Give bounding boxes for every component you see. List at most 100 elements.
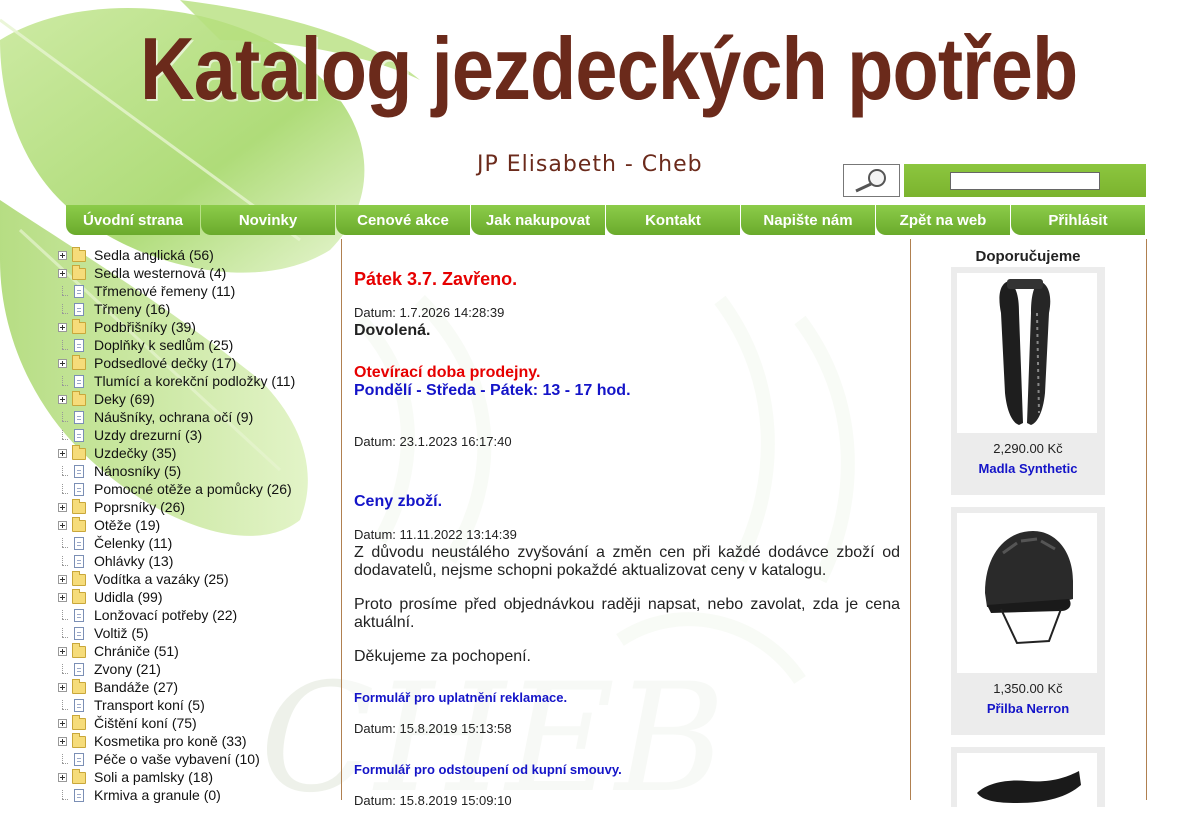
- complaint-form-link[interactable]: Formulář pro uplatnění reklamace.: [354, 690, 567, 705]
- category-item[interactable]: Péče o vaše vybavení (10): [55, 750, 345, 768]
- category-label[interactable]: Doplňky k sedlům (25): [94, 337, 233, 353]
- category-item[interactable]: Voltiž (5): [55, 624, 345, 642]
- category-item[interactable]: Pomocné otěže a pomůcky (26): [55, 480, 345, 498]
- category-item[interactable]: Deky (69): [55, 390, 345, 408]
- category-item[interactable]: Podsedlové dečky (17): [55, 354, 345, 372]
- category-item[interactable]: Náušníky, ochrana očí (9): [55, 408, 345, 426]
- category-item[interactable]: Krmiva a granule (0): [55, 786, 345, 804]
- expand-icon[interactable]: [58, 646, 67, 656]
- category-item[interactable]: Bandáže (27): [55, 678, 345, 696]
- search-button[interactable]: [843, 164, 900, 197]
- expand-icon[interactable]: [58, 682, 67, 692]
- category-item[interactable]: Čelenky (11): [55, 534, 345, 552]
- category-item[interactable]: Kosmetika pro koně (33): [55, 732, 345, 750]
- nav-price-offers[interactable]: Cenové akce: [336, 205, 470, 235]
- category-label[interactable]: Zvony (21): [94, 661, 161, 677]
- product-card[interactable]: [951, 747, 1105, 813]
- expand-icon[interactable]: [58, 592, 67, 602]
- category-item[interactable]: Zvony (21): [55, 660, 345, 678]
- recommended-title: Doporučujeme: [975, 248, 1081, 265]
- nav-write-us[interactable]: Napište nám: [741, 205, 875, 235]
- category-label[interactable]: Podsedlové dečky (17): [94, 355, 236, 371]
- saddle-image[interactable]: [957, 753, 1097, 813]
- withdrawal-form-link[interactable]: Formulář pro odstoupení od kupní smouvy.: [354, 762, 622, 777]
- category-label[interactable]: Ohlávky (13): [94, 553, 173, 569]
- category-label[interactable]: Poprsníky (26): [94, 499, 185, 515]
- expand-icon[interactable]: [58, 448, 67, 458]
- category-label[interactable]: Voltiž (5): [94, 625, 148, 641]
- category-item[interactable]: Třmeny (16): [55, 300, 345, 318]
- category-label[interactable]: Krmiva a granule (0): [94, 787, 221, 803]
- category-item[interactable]: Otěže (19): [55, 516, 345, 534]
- category-label[interactable]: Sedla anglická (56): [94, 247, 214, 263]
- helmet-image[interactable]: [957, 513, 1097, 673]
- nav-home[interactable]: Úvodní strana: [66, 205, 200, 235]
- category-label[interactable]: Náušníky, ochrana očí (9): [94, 409, 253, 425]
- expand-icon[interactable]: [58, 718, 67, 728]
- category-label[interactable]: Kosmetika pro koně (33): [94, 733, 247, 749]
- category-item[interactable]: Transport koní (5): [55, 696, 345, 714]
- category-label[interactable]: Pomocné otěže a pomůcky (26): [94, 481, 292, 497]
- category-item[interactable]: Sedla westernová (4): [55, 264, 345, 282]
- category-item[interactable]: Vodítka a vazáky (25): [55, 570, 345, 588]
- category-label[interactable]: Tlumící a korekční podložky (11): [94, 373, 295, 389]
- expand-icon[interactable]: [58, 358, 67, 368]
- category-label[interactable]: Deky (69): [94, 391, 155, 407]
- category-item[interactable]: Doplňky k sedlům (25): [55, 336, 345, 354]
- category-label[interactable]: Udidla (99): [94, 589, 162, 605]
- product-card[interactable]: 1,350.00 Kč Přilba Nerron: [951, 507, 1105, 735]
- category-label[interactable]: Čištění koní (75): [94, 715, 197, 731]
- nav-login[interactable]: Přihlásit: [1011, 205, 1145, 235]
- category-label[interactable]: Bandáže (27): [94, 679, 178, 695]
- category-item[interactable]: Ohlávky (13): [55, 552, 345, 570]
- category-item[interactable]: Čištění koní (75): [55, 714, 345, 732]
- category-item[interactable]: Lonžovací potřeby (22): [55, 606, 345, 624]
- nav-news[interactable]: Novinky: [201, 205, 335, 235]
- product-name[interactable]: Přilba Nerron: [951, 701, 1105, 716]
- category-label[interactable]: Transport koní (5): [94, 697, 205, 713]
- search-input[interactable]: [950, 172, 1100, 190]
- chaps-image[interactable]: [957, 273, 1097, 433]
- expand-icon[interactable]: [58, 574, 67, 584]
- category-item[interactable]: Nánosníky (5): [55, 462, 345, 480]
- folder-icon: [72, 517, 86, 532]
- category-item[interactable]: Soli a pamlsky (18): [55, 768, 345, 786]
- expand-icon[interactable]: [58, 268, 67, 278]
- category-label[interactable]: Lonžovací potřeby (22): [94, 607, 237, 623]
- category-item[interactable]: Tlumící a korekční podložky (11): [55, 372, 345, 390]
- expand-icon[interactable]: [58, 772, 67, 782]
- category-item[interactable]: Sedla anglická (56): [55, 246, 345, 264]
- expand-icon[interactable]: [58, 250, 67, 260]
- nav-back-to-web[interactable]: Zpět na web: [876, 205, 1010, 235]
- expand-icon[interactable]: [58, 736, 67, 746]
- category-label[interactable]: Vodítka a vazáky (25): [94, 571, 229, 587]
- category-label[interactable]: Uzdy drezurní (3): [94, 427, 202, 443]
- category-label[interactable]: Čelenky (11): [94, 535, 172, 551]
- category-label[interactable]: Chrániče (51): [94, 643, 179, 659]
- expand-icon[interactable]: [58, 394, 67, 404]
- category-label[interactable]: Třmenové řemeny (11): [94, 283, 235, 299]
- expand-icon[interactable]: [58, 520, 67, 530]
- category-label[interactable]: Sedla westernová (4): [94, 265, 226, 281]
- category-item[interactable]: Poprsníky (26): [55, 498, 345, 516]
- category-label[interactable]: Nánosníky (5): [94, 463, 181, 479]
- category-label[interactable]: Otěže (19): [94, 517, 160, 533]
- expand-icon[interactable]: [58, 322, 67, 332]
- category-item[interactable]: Podbřišníky (39): [55, 318, 345, 336]
- category-item[interactable]: Uzdy drezurní (3): [55, 426, 345, 444]
- category-item[interactable]: Udidla (99): [55, 588, 345, 606]
- tree-line-icon: [57, 465, 68, 477]
- category-label[interactable]: Podbřišníky (39): [94, 319, 196, 335]
- nav-contact[interactable]: Kontakt: [606, 205, 740, 235]
- nav-how-to-buy[interactable]: Jak nakupovat: [471, 205, 605, 235]
- category-label[interactable]: Třmeny (16): [94, 301, 170, 317]
- expand-icon[interactable]: [58, 502, 67, 512]
- category-label[interactable]: Soli a pamlsky (18): [94, 769, 213, 785]
- product-name[interactable]: Madla Synthetic: [951, 461, 1105, 476]
- category-item[interactable]: Chrániče (51): [55, 642, 345, 660]
- category-item[interactable]: Uzdečky (35): [55, 444, 345, 462]
- category-item[interactable]: Třmenové řemeny (11): [55, 282, 345, 300]
- product-card[interactable]: 2,290.00 Kč Madla Synthetic: [951, 267, 1105, 495]
- category-label[interactable]: Uzdečky (35): [94, 445, 176, 461]
- category-label[interactable]: Péče o vaše vybavení (10): [94, 751, 260, 767]
